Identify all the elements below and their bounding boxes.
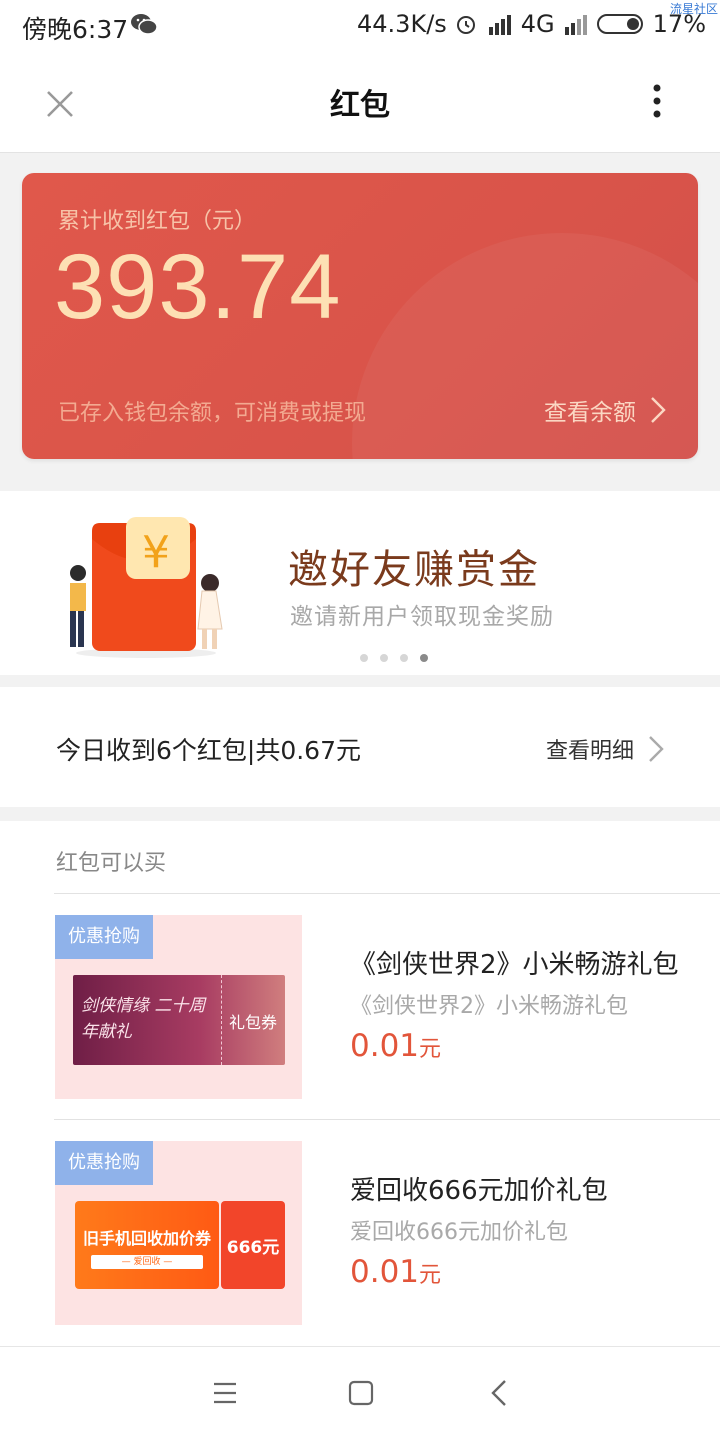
carousel-dot-active[interactable]	[420, 654, 428, 662]
battery-icon	[596, 14, 643, 34]
carousel-dot[interactable]	[400, 654, 408, 662]
coupon-art: 剑侠情缘 二十周年献礼 礼包券	[73, 975, 285, 1065]
balance-amount: 393.74	[54, 236, 342, 338]
coupon-brand: — 爱回收 —	[91, 1255, 203, 1269]
balance-card: 累计收到红包（元） 393.74 已存入钱包余额，可消费或提现 查看余额	[22, 173, 698, 459]
price-unit: 元	[419, 1037, 442, 1062]
signal-icon	[564, 15, 587, 35]
balance-note: 已存入钱包余额，可消费或提现	[58, 401, 367, 426]
product-title: 《剑侠世界2》小米畅游礼包	[350, 950, 679, 980]
header: 红包	[0, 54, 720, 153]
coupon-art-text: 旧手机回收加价券	[82, 1229, 211, 1248]
red-envelope-illustration: ¥	[70, 517, 223, 658]
coupon-stub: 666元	[221, 1201, 285, 1289]
view-detail-link[interactable]: 查看明细	[546, 733, 664, 765]
coupon-tag: 666元	[226, 1238, 280, 1258]
invite-banner[interactable]: ¥ 邀好友赚赏金 邀请新用户领取现金奖励	[0, 491, 720, 675]
price-value: 0.01	[350, 1028, 420, 1064]
product-price: 0.01元	[350, 1254, 441, 1290]
product-subtitle: 爱回收666元加价礼包	[350, 1220, 568, 1245]
system-nav-bar	[0, 1346, 720, 1441]
promo-badge: 优惠抢购	[55, 915, 153, 959]
banner-title: 邀好友赚赏金	[288, 547, 540, 593]
status-time: 傍晚6:37	[22, 15, 129, 44]
banner-subtitle: 邀请新用户领取现金奖励	[290, 604, 554, 630]
price-value: 0.01	[350, 1254, 420, 1290]
product-thumbnail: 旧手机回收加价券 — 爱回收 — 666元 优惠抢购	[55, 1141, 302, 1325]
coupon-art: 旧手机回收加价券 — 爱回收 —	[75, 1201, 219, 1289]
today-summary: 今日收到6个红包|共0.67元	[56, 736, 361, 765]
signal-hd-icon	[488, 15, 511, 35]
coupon-art-text: 剑侠情缘 二十周年献礼	[81, 996, 206, 1042]
network-type: 4G	[520, 10, 555, 38]
status-indicators: 44.3K/s 4G 17%	[357, 10, 706, 38]
view-balance-label: 查看余额	[544, 400, 636, 426]
svg-text:¥: ¥	[142, 527, 170, 578]
alarm-icon	[456, 16, 475, 34]
view-balance-link[interactable]: 查看余额	[544, 393, 666, 427]
carousel-dot[interactable]	[360, 654, 368, 662]
product-item[interactable]: 旧手机回收加价券 — 爱回收 — 666元 优惠抢购 爱回收666元加价礼包 爱…	[0, 1120, 720, 1346]
back-icon[interactable]	[490, 1379, 508, 1407]
promo-badge: 优惠抢购	[55, 1141, 153, 1185]
coupon-tag: 礼包券	[229, 1013, 278, 1032]
product-title: 爱回收666元加价礼包	[350, 1176, 608, 1206]
menu-icon[interactable]	[212, 1381, 238, 1405]
watermark: 流星社区	[669, 2, 718, 16]
more-options-icon[interactable]	[640, 80, 674, 126]
chevron-right-icon	[651, 397, 666, 423]
buy-section: 红包可以买 剑侠情缘 二十周年献礼 礼包券 优惠抢购 《剑侠世界2》小米畅游礼包…	[0, 821, 720, 1346]
balance-label: 累计收到红包（元）	[58, 209, 257, 234]
network-speed: 44.3K/s	[357, 10, 447, 38]
wechat-icon	[131, 14, 158, 35]
carousel-dot[interactable]	[380, 654, 388, 662]
status-bar: 傍晚6:37 44.3K/s 4G 17% 流星社区	[0, 0, 720, 54]
product-item[interactable]: 剑侠情缘 二十周年献礼 礼包券 优惠抢购 《剑侠世界2》小米畅游礼包 《剑侠世界…	[0, 894, 720, 1120]
product-subtitle: 《剑侠世界2》小米畅游礼包	[350, 994, 628, 1019]
home-icon[interactable]	[348, 1380, 374, 1406]
section-heading: 红包可以买	[56, 851, 167, 876]
product-thumbnail: 剑侠情缘 二十周年献礼 礼包券 优惠抢购	[55, 915, 302, 1099]
view-detail-label: 查看明细	[546, 739, 635, 764]
page-title: 红包	[330, 88, 390, 123]
chevron-right-icon	[649, 736, 664, 762]
price-unit: 元	[419, 1263, 442, 1288]
today-summary-row[interactable]: 今日收到6个红包|共0.67元 查看明细	[0, 687, 720, 807]
product-price: 0.01元	[350, 1028, 441, 1064]
